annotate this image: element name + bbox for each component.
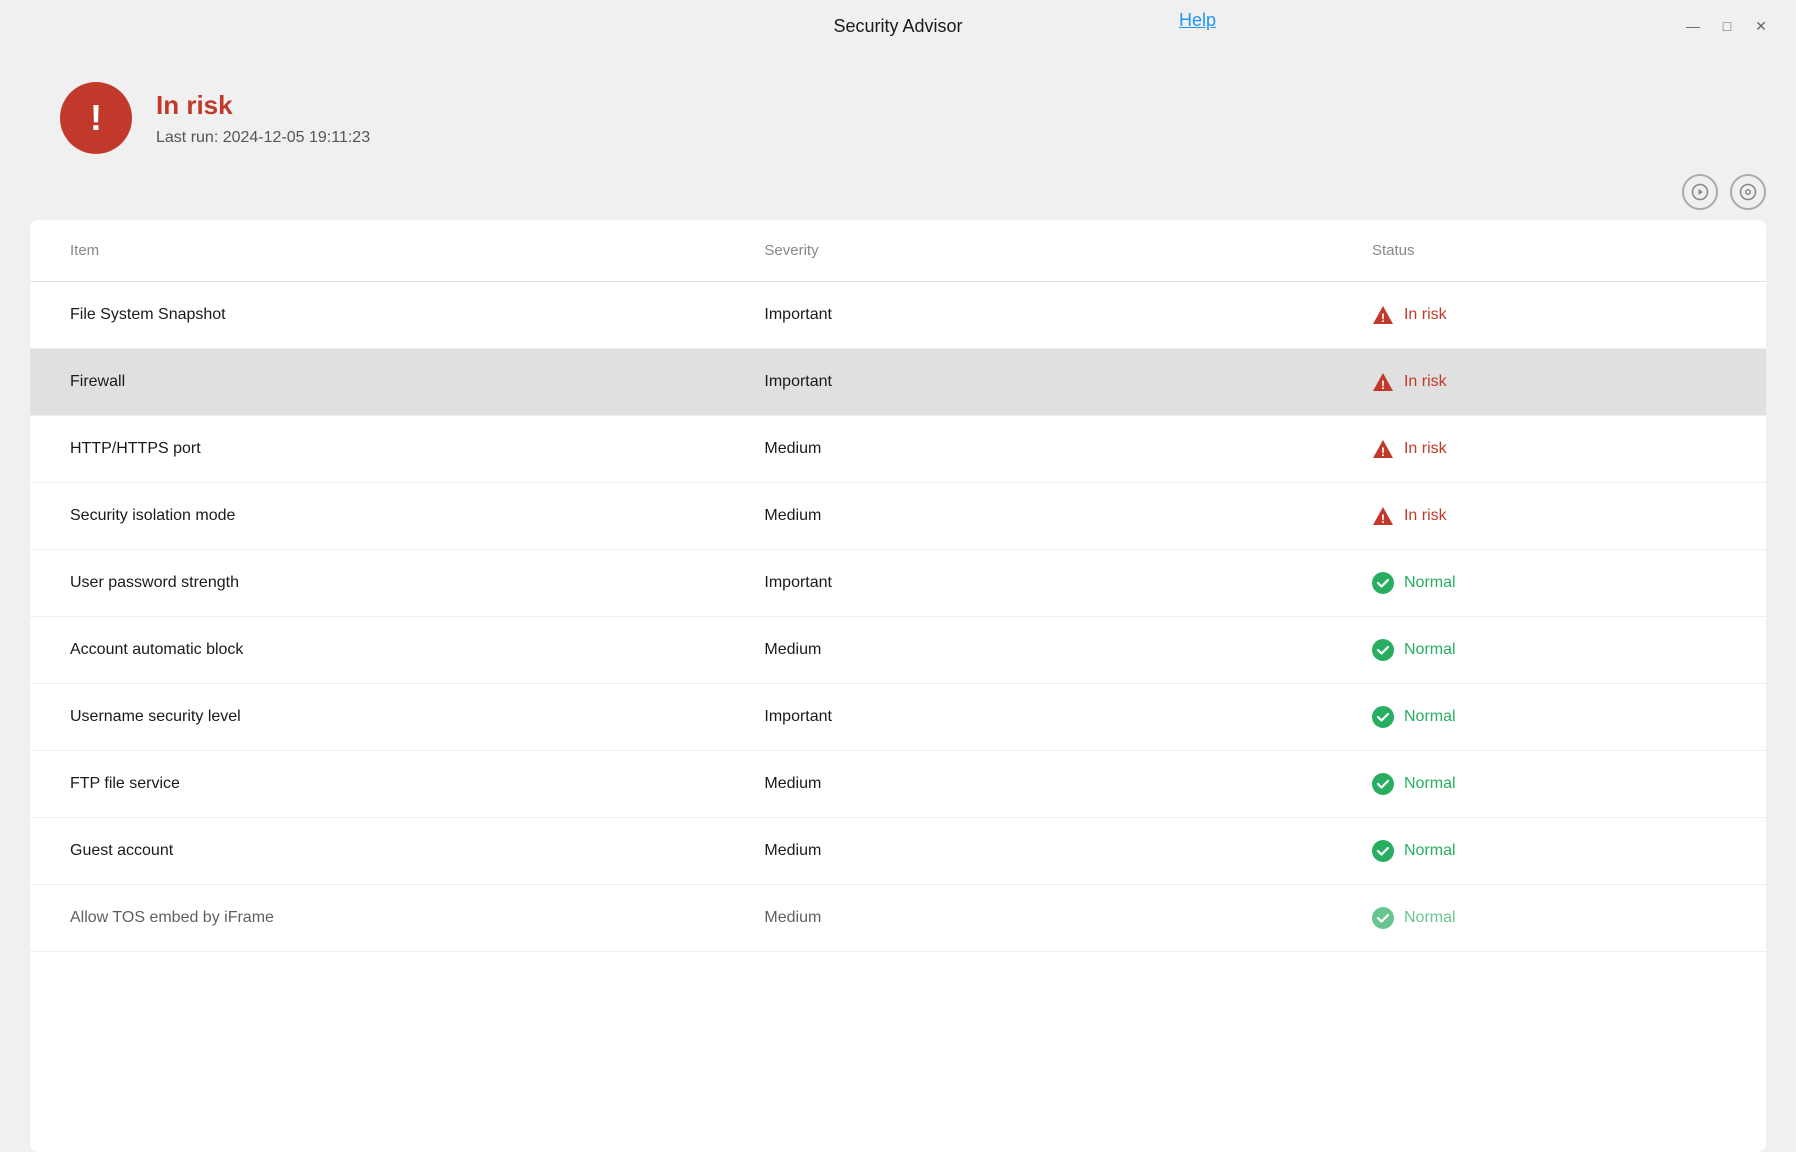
status-label: In risk (156, 90, 370, 121)
cell-severity: Medium (724, 751, 1332, 818)
check-circle-icon (1372, 706, 1394, 728)
cell-severity: Important (724, 349, 1332, 416)
cell-item: HTTP/HTTPS port (30, 416, 724, 483)
window-controls: — □ ✕ (1682, 15, 1772, 37)
exclamation-icon: ! (90, 100, 102, 136)
status-icon: ! (60, 82, 132, 154)
column-header-item: Item (30, 220, 724, 282)
check-circle-icon (1372, 639, 1394, 661)
check-circle-icon (1372, 907, 1394, 929)
warning-triangle-icon: ! (1372, 438, 1394, 460)
table-row[interactable]: User password strengthImportant Normal (30, 550, 1766, 617)
cell-item: Guest account (30, 818, 724, 885)
last-run-text: Last run: 2024-12-05 19:11:23 (156, 129, 370, 147)
maximize-button[interactable]: □ (1716, 15, 1738, 37)
main-window: Security Advisor Help — □ ✕ ! In risk La… (0, 0, 1796, 1152)
status-text: Normal (1404, 909, 1456, 927)
window-title: Security Advisor (833, 16, 962, 37)
check-circle-icon (1372, 840, 1394, 862)
cell-severity: Medium (724, 483, 1332, 550)
table-row[interactable]: FTP file serviceMedium Normal (30, 751, 1766, 818)
status-text: Normal (1404, 775, 1456, 793)
table-row[interactable]: Guest accountMedium Normal (30, 818, 1766, 885)
warning-triangle-icon: ! (1372, 304, 1394, 326)
column-header-severity: Severity (724, 220, 1332, 282)
table-body: File System SnapshotImportant ! In riskF… (30, 282, 1766, 952)
table-row[interactable]: File System SnapshotImportant ! In risk (30, 282, 1766, 349)
status-text: In risk (1404, 373, 1447, 391)
table-row[interactable]: FirewallImportant ! In risk (30, 349, 1766, 416)
cell-status: Normal (1332, 751, 1766, 818)
triangle-svg: ! (1372, 505, 1394, 527)
cell-status: ! In risk (1332, 416, 1766, 483)
cell-item: Security isolation mode (30, 483, 724, 550)
cell-severity: Medium (724, 818, 1332, 885)
cell-severity: Important (724, 282, 1332, 349)
cell-status: Normal (1332, 617, 1766, 684)
security-table-container: Item Severity Status File System Snapsho… (30, 220, 1766, 1152)
svg-text:!: ! (1381, 311, 1385, 325)
status-text-block: In risk Last run: 2024-12-05 19:11:23 (156, 90, 370, 147)
cell-item: Account automatic block (30, 617, 724, 684)
minimize-button[interactable]: — (1682, 15, 1704, 37)
check-circle-icon (1372, 773, 1394, 795)
svg-text:!: ! (1381, 378, 1385, 392)
cell-status: Normal (1332, 885, 1766, 952)
cell-severity: Medium (724, 617, 1332, 684)
run-button[interactable] (1682, 174, 1718, 210)
status-text: Normal (1404, 574, 1456, 592)
svg-text:!: ! (1381, 445, 1385, 459)
cell-severity: Medium (724, 416, 1332, 483)
cell-status: ! In risk (1332, 282, 1766, 349)
status-text: Normal (1404, 842, 1456, 860)
security-table: Item Severity Status File System Snapsho… (30, 220, 1766, 952)
cell-item: FTP file service (30, 751, 724, 818)
table-row[interactable]: Security isolation modeMedium ! In risk (30, 483, 1766, 550)
title-bar: Security Advisor Help — □ ✕ (0, 0, 1796, 52)
cell-status: Normal (1332, 550, 1766, 617)
cell-severity: Important (724, 550, 1332, 617)
toolbar-row (0, 174, 1796, 220)
status-header: ! In risk Last run: 2024-12-05 19:11:23 (0, 52, 1796, 174)
table-row[interactable]: Username security levelImportant Normal (30, 684, 1766, 751)
status-text: Normal (1404, 641, 1456, 659)
cell-status: ! In risk (1332, 349, 1766, 416)
cell-item: Allow TOS embed by iFrame (30, 885, 724, 952)
cell-severity: Important (724, 684, 1332, 751)
cell-item: Username security level (30, 684, 724, 751)
cell-item: File System Snapshot (30, 282, 724, 349)
table-row[interactable]: Allow TOS embed by iFrameMedium Normal (30, 885, 1766, 952)
cell-item: User password strength (30, 550, 724, 617)
warning-triangle-icon: ! (1372, 371, 1394, 393)
close-button[interactable]: ✕ (1750, 15, 1772, 37)
settings-button[interactable] (1730, 174, 1766, 210)
help-link[interactable]: Help (1179, 10, 1216, 31)
column-header-status: Status (1332, 220, 1766, 282)
cell-severity: Medium (724, 885, 1332, 952)
table-header: Item Severity Status (30, 220, 1766, 282)
status-text: Normal (1404, 708, 1456, 726)
cell-status: Normal (1332, 818, 1766, 885)
triangle-svg: ! (1372, 371, 1394, 393)
svg-text:!: ! (1381, 512, 1385, 526)
triangle-svg: ! (1372, 304, 1394, 326)
check-circle-icon (1372, 572, 1394, 594)
cell-status: Normal (1332, 684, 1766, 751)
status-text: In risk (1404, 306, 1447, 324)
cell-status: ! In risk (1332, 483, 1766, 550)
table-row[interactable]: Account automatic blockMedium Normal (30, 617, 1766, 684)
status-text: In risk (1404, 440, 1447, 458)
table-row[interactable]: HTTP/HTTPS portMedium ! In risk (30, 416, 1766, 483)
warning-triangle-icon: ! (1372, 505, 1394, 527)
cell-item: Firewall (30, 349, 724, 416)
status-text: In risk (1404, 507, 1447, 525)
triangle-svg: ! (1372, 438, 1394, 460)
